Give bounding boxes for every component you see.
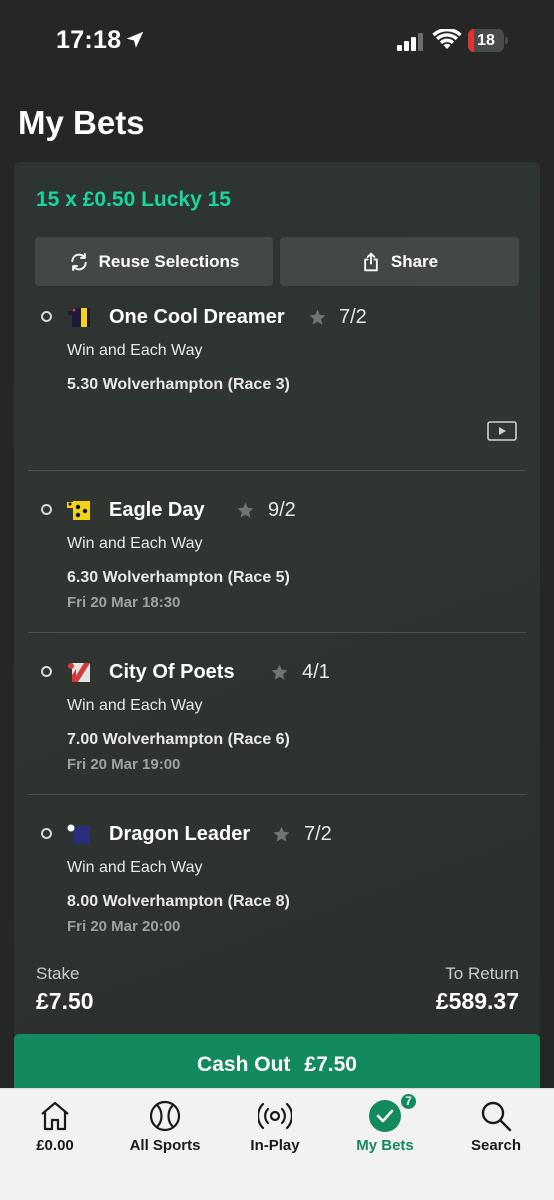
selection-date: Fri 20 Mar 19:00 [67, 756, 181, 773]
nav-label-all-sports: All Sports [129, 1137, 201, 1154]
selection-market: Win and Each Way [67, 697, 203, 714]
selection-name: Dragon Leader [109, 823, 251, 845]
my-bets-count-badge: 7 [399, 1092, 418, 1111]
nav-item-home[interactable]: £0.00 [0, 1089, 110, 1169]
selection-odds: 7/2 [304, 823, 332, 845]
tennis-ball-icon [149, 1100, 181, 1132]
selection-divider [28, 632, 526, 633]
selection-race: 7.00 Wolverhampton (Race 6) [67, 731, 290, 748]
jockey-silk-icon [68, 663, 90, 682]
selection-race: 5.30 Wolverhampton (Race 3) [67, 376, 290, 393]
cash-out-label: Cash Out [197, 1053, 291, 1076]
bet-title: 15 x £0.50 Lucky 15 [36, 188, 231, 211]
jockey-silk-icon [67, 501, 90, 520]
selection-date: Fri 20 Mar 18:30 [67, 594, 181, 611]
favourite-star-icon[interactable] [272, 825, 291, 844]
nav-item-in-play[interactable]: In-Play [220, 1089, 330, 1169]
home-icon [41, 1101, 69, 1131]
to-return-label: To Return [445, 964, 519, 983]
nav-label-search: Search [470, 1137, 522, 1154]
page-title: My Bets [18, 104, 145, 141]
selection-status-indicator [41, 666, 52, 677]
selection-name: City Of Poets [109, 661, 235, 683]
favourite-star-icon[interactable] [270, 663, 289, 682]
reuse-selections-button[interactable]: Reuse Selections [35, 237, 273, 286]
selection-race: 6.30 Wolverhampton (Race 5) [67, 569, 290, 586]
selection-race: 8.00 Wolverhampton (Race 8) [67, 893, 290, 910]
broadcast-icon [258, 1102, 292, 1130]
selection-name: One Cool Dreamer [109, 306, 285, 328]
nav-label-in-play: In-Play [250, 1137, 300, 1154]
nav-item-my-bets[interactable]: 7 My Bets [330, 1089, 440, 1169]
stake-value: £7.50 [36, 988, 94, 1014]
cash-out-value: £7.50 [304, 1053, 357, 1076]
wifi-icon [432, 29, 462, 49]
selection-market: Win and Each Way [67, 342, 203, 359]
play-video-icon[interactable] [487, 421, 517, 441]
cash-out-button[interactable]: Cash Out £7.50 [14, 1034, 540, 1096]
nav-item-all-sports[interactable]: All Sports [110, 1089, 220, 1169]
status-bar: 17:18 18 [0, 0, 554, 84]
selection-status-indicator [41, 504, 52, 515]
check-circle-icon [369, 1100, 401, 1132]
share-label: Share [390, 251, 439, 271]
search-icon [481, 1101, 512, 1132]
to-return-value: £589.37 [435, 988, 519, 1014]
selection-name: Eagle Day [109, 499, 205, 521]
bet-card: 15 x £0.50 Lucky 15 Reuse Selections Sha… [14, 162, 540, 1042]
share-button[interactable]: Share [280, 237, 519, 286]
stake-label: Stake [36, 964, 80, 983]
favourite-star-icon[interactable] [236, 501, 255, 520]
battery-percentage: 18 [477, 32, 495, 49]
jockey-silk-icon [67, 824, 90, 844]
location-arrow-icon [126, 31, 144, 48]
selection-odds: 9/2 [268, 499, 296, 521]
selection-market: Win and Each Way [67, 859, 203, 876]
refresh-icon [70, 252, 87, 271]
selection-status-indicator [41, 828, 52, 839]
selection-odds: 4/1 [302, 661, 330, 683]
share-icon [364, 252, 378, 271]
nav-item-search[interactable]: Search [441, 1089, 551, 1169]
selection-date: Fri 20 Mar 20:00 [67, 918, 181, 935]
selection-market: Win and Each Way [67, 535, 203, 552]
bottom-navigation: £0.00 All Sports In-Play 7 My Bets Searc… [0, 1088, 554, 1200]
selection-divider [28, 794, 526, 795]
selection-status-indicator [41, 311, 52, 322]
selection-divider [28, 470, 526, 471]
selection-odds: 7/2 [339, 306, 367, 328]
my-bets-screen: 17:18 18 My Bets 15 x £0.50 Lucky 15 Reu… [0, 0, 554, 1200]
nav-label-balance: £0.00 [36, 1137, 74, 1154]
status-time: 17:18 [56, 26, 122, 54]
cellular-signal-icon [397, 33, 423, 51]
jockey-silk-icon [68, 308, 90, 327]
nav-label-my-bets: My Bets [356, 1137, 414, 1154]
favourite-star-icon[interactable] [308, 308, 327, 327]
reuse-selections-label: Reuse Selections [98, 251, 240, 271]
battery-indicator: 18 [468, 29, 508, 52]
